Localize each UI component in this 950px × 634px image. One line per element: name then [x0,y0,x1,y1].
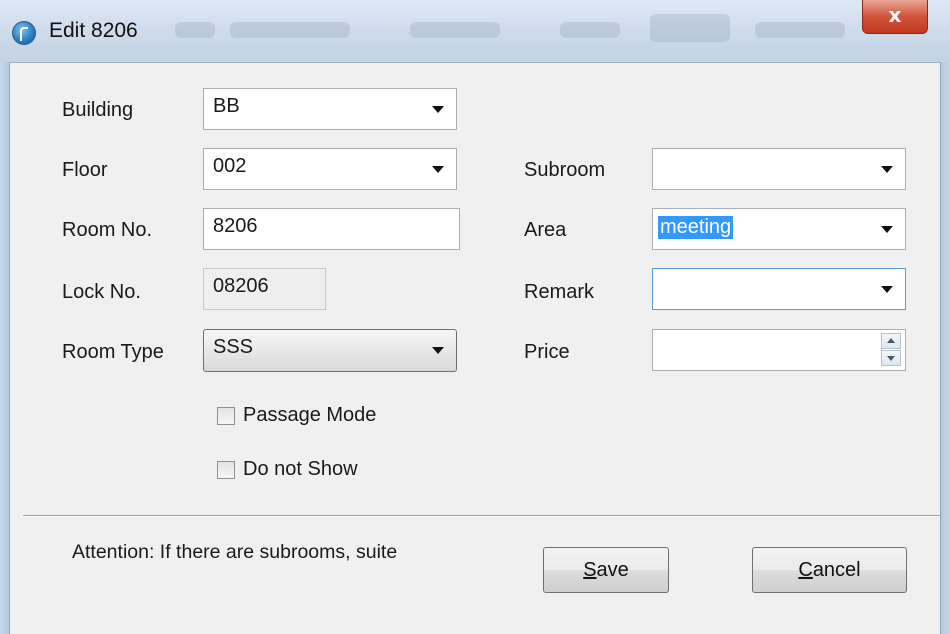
do-not-show-checkbox[interactable]: Do not Show [217,458,358,481]
area-combobox[interactable]: meeting [652,208,906,250]
room-no-label: Room No. [62,219,153,241]
lock-no-field: 08206 [203,268,326,310]
room-no-input[interactable]: 8206 [203,208,460,250]
dropdown-arrow-icon[interactable] [432,347,444,354]
save-mnemonic: S [583,559,597,581]
background-blur [755,22,845,38]
window-title: Edit 8206 [49,19,138,42]
save-button[interactable]: Save [543,547,669,593]
dropdown-arrow-icon[interactable] [432,166,444,173]
background-blur [410,22,500,38]
cancel-button[interactable]: Cancel [752,547,907,593]
background-blur [560,22,620,38]
checkbox-box[interactable] [217,406,235,425]
floor-label: Floor [62,159,108,181]
remark-label: Remark [524,281,595,303]
remark-combobox[interactable] [652,268,906,310]
background-blur [650,14,730,42]
spin-up-icon[interactable] [881,333,901,349]
dropdown-arrow-icon[interactable] [881,226,893,233]
save-label-rest: ave [596,559,629,581]
room-type-value: SSS [213,336,254,358]
do-not-show-label: Do not Show [243,458,358,480]
checkbox-box[interactable] [217,460,235,479]
room-no-value: 8206 [213,215,258,237]
building-combobox[interactable]: BB [203,88,457,130]
dropdown-arrow-icon[interactable] [881,286,893,293]
close-button[interactable]: x [862,0,928,34]
edit-room-dialog: Edit 8206 x Building BB Floor 002 Room N… [0,0,950,634]
floor-value: 002 [213,155,247,177]
area-label: Area [524,219,567,241]
floor-combobox[interactable]: 002 [203,148,457,190]
cancel-label-rest: ancel [812,559,861,581]
footer-separator [23,515,940,517]
dropdown-arrow-icon[interactable] [881,166,893,173]
passage-mode-label: Passage Mode [243,404,377,426]
window-frame-left [0,62,10,634]
room-type-combobox[interactable]: SSS [203,329,457,372]
dropdown-arrow-icon[interactable] [432,106,444,113]
background-blur [230,22,350,38]
price-label: Price [524,341,570,363]
background-blur [175,22,215,38]
room-type-label: Room Type [62,341,164,363]
price-spin-buttons [881,333,901,367]
lock-no-label: Lock No. [62,281,141,303]
area-value: meeting [658,216,734,239]
subroom-label: Subroom [524,159,606,181]
subroom-combobox[interactable] [652,148,906,190]
building-label: Building [62,99,134,121]
spin-down-icon[interactable] [881,350,901,366]
cancel-mnemonic: C [798,559,813,581]
price-spinbox[interactable] [652,329,906,371]
window-frame-right [940,62,950,634]
lock-no-value: 08206 [213,275,269,297]
app-logo-icon [12,21,36,45]
attention-text: Attention: If there are subrooms, suite [72,541,398,563]
title-bar[interactable]: Edit 8206 x [0,0,950,63]
building-value: BB [213,95,240,117]
passage-mode-checkbox[interactable]: Passage Mode [217,404,376,427]
